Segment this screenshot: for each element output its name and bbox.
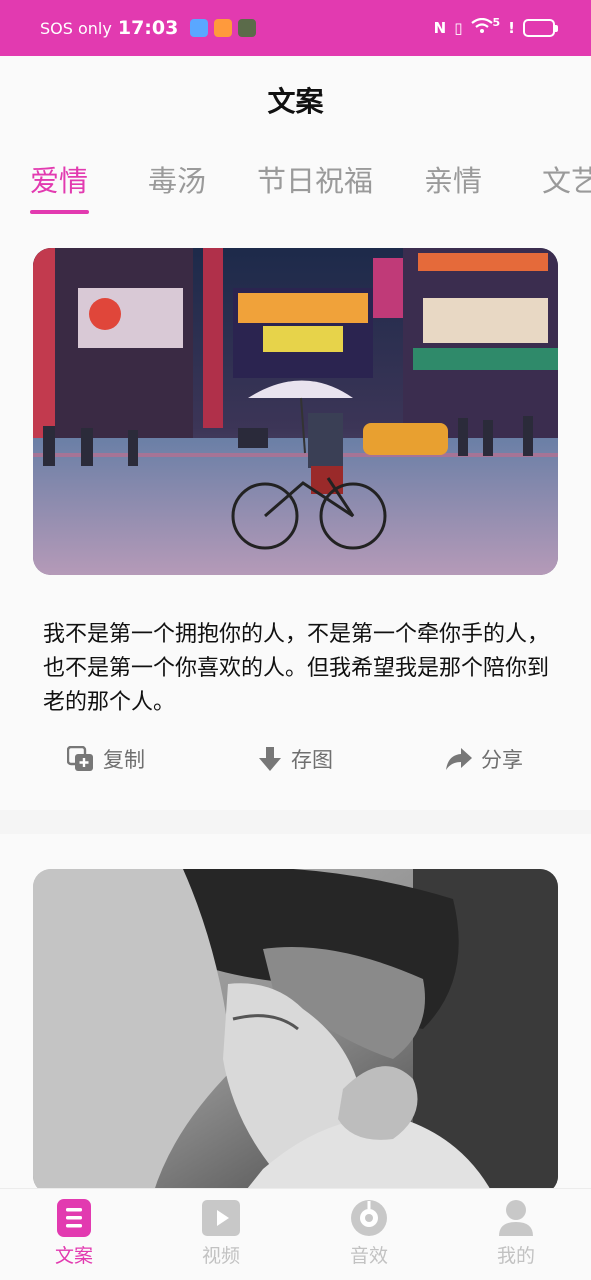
carrier-label: SOS only (40, 18, 112, 38)
share-label: 分享 (481, 748, 523, 772)
tab-literary[interactable]: 文艺 (542, 158, 591, 200)
app-notification-icon (190, 19, 209, 37)
card-actions: 复制 存图 分享 (0, 744, 591, 788)
card-image[interactable] (33, 869, 558, 1194)
copy-icon (67, 746, 95, 772)
page-title: 文案 (267, 85, 324, 118)
download-icon (257, 746, 283, 772)
battery-icon (523, 19, 558, 37)
nav-label: 我的 (496, 1245, 535, 1267)
share-button[interactable]: 分享 (445, 744, 523, 774)
nav-item-sound[interactable]: 音效 (324, 1199, 414, 1268)
tab-holiday-wishes[interactable]: 节日祝福 (257, 158, 373, 200)
bottom-nav: 文案 视频 音效 我的 (0, 1188, 591, 1280)
tab-toxic-soup[interactable]: 毒汤 (148, 158, 206, 200)
tab-family[interactable]: 亲情 (424, 158, 482, 200)
save-image-button[interactable]: 存图 (257, 744, 333, 774)
share-icon (445, 747, 473, 771)
nfc-icon: N (433, 19, 447, 37)
card-image[interactable] (33, 248, 558, 575)
nav-label: 视频 (201, 1245, 240, 1267)
signal-badge: 5 (492, 15, 501, 29)
alert-icon: ! (508, 19, 515, 37)
quote-card: 我不是第一个拥抱你的人，不是第一个牵你手的人，也不是第一个你喜欢的人。但我希望我… (0, 224, 591, 810)
nav-label: 文案 (54, 1245, 93, 1267)
nav-item-profile[interactable]: 我的 (471, 1199, 561, 1268)
music-icon (349, 1199, 389, 1237)
app-notification-icon (214, 19, 233, 37)
app-notification-icon (238, 19, 257, 37)
tab-love[interactable]: 爱情 (30, 158, 88, 200)
nav-item-copywriting[interactable]: 文案 (29, 1199, 119, 1268)
tab-indicator (30, 210, 89, 214)
profile-icon (498, 1199, 534, 1237)
copy-button[interactable]: 复制 (67, 744, 145, 774)
nav-label: 音效 (349, 1245, 388, 1267)
nav-item-video[interactable]: 视频 (176, 1199, 266, 1268)
category-tabs: 爱情 毒汤 节日祝福 亲情 文艺 (0, 144, 591, 224)
wifi-icon (470, 17, 493, 38)
video-icon (201, 1199, 241, 1237)
app-header: 文案 (0, 56, 591, 144)
save-label: 存图 (291, 748, 333, 772)
quote-card (0, 834, 591, 1194)
document-icon (57, 1199, 91, 1237)
status-bar: SOS only 17:03 N ▯ 5 ! (0, 0, 591, 56)
clock: 17:03 (117, 17, 179, 39)
copy-label: 复制 (103, 748, 145, 772)
vibrate-icon: ▯ (454, 19, 463, 37)
quote-text: 我不是第一个拥抱你的人，不是第一个牵你手的人，也不是第一个你喜欢的人。但我希望我… (43, 622, 550, 715)
